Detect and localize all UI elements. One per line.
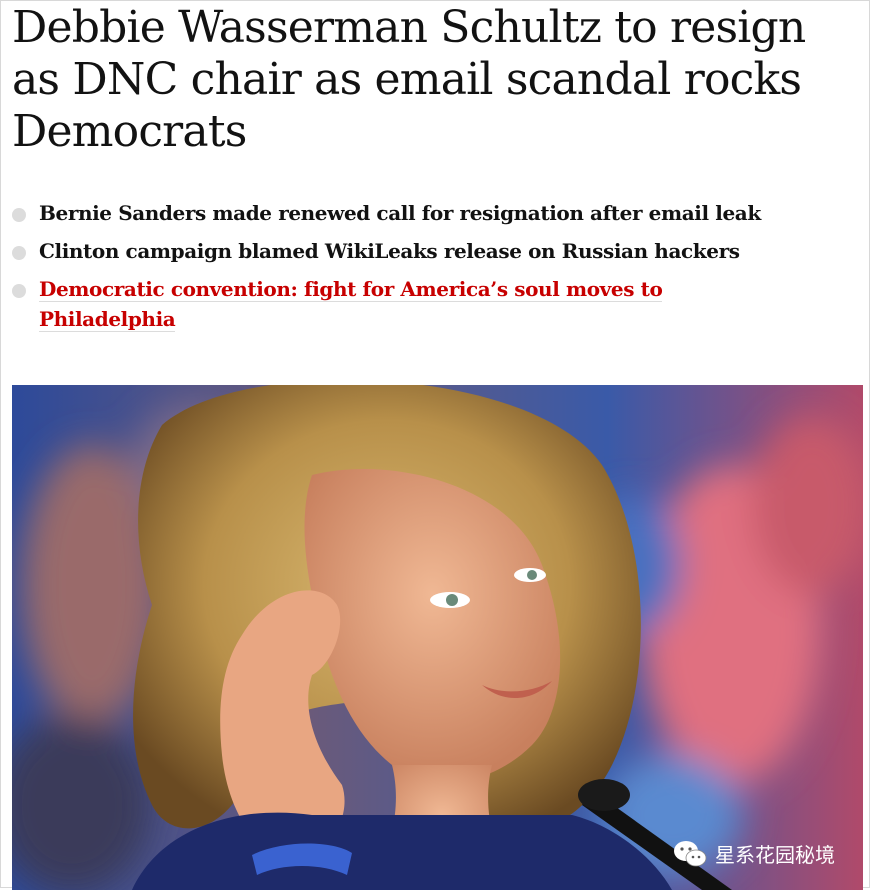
watermark-label: 星系花园秘境 <box>715 843 835 867</box>
bullet-item: Clinton campaign blamed WikiLeaks releas… <box>12 236 772 266</box>
article-headline: Debbie Wasserman Schultz to resign as DN… <box>12 2 806 157</box>
bullet-item: Bernie Sanders made renewed call for res… <box>12 198 772 228</box>
bullet-text: Clinton campaign blamed WikiLeaks releas… <box>39 239 740 263</box>
wechat-icon <box>674 840 707 866</box>
bullet-link-item[interactable]: Democratic convention: fight for America… <box>12 274 772 334</box>
bullet-text: Bernie Sanders made renewed call for res… <box>39 201 761 225</box>
related-links-list: Bernie Sanders made renewed call for res… <box>12 198 772 342</box>
convention-link[interactable]: Democratic convention: fight for America… <box>39 277 663 332</box>
bullet-dot-icon <box>12 246 26 260</box>
bullet-dot-icon <box>12 284 26 298</box>
portrait-illustration <box>12 385 863 890</box>
watermark: 星系花园秘境 <box>673 839 835 868</box>
article-photo: 星系花园秘境 <box>12 385 863 890</box>
bullet-dot-icon <box>12 208 26 222</box>
